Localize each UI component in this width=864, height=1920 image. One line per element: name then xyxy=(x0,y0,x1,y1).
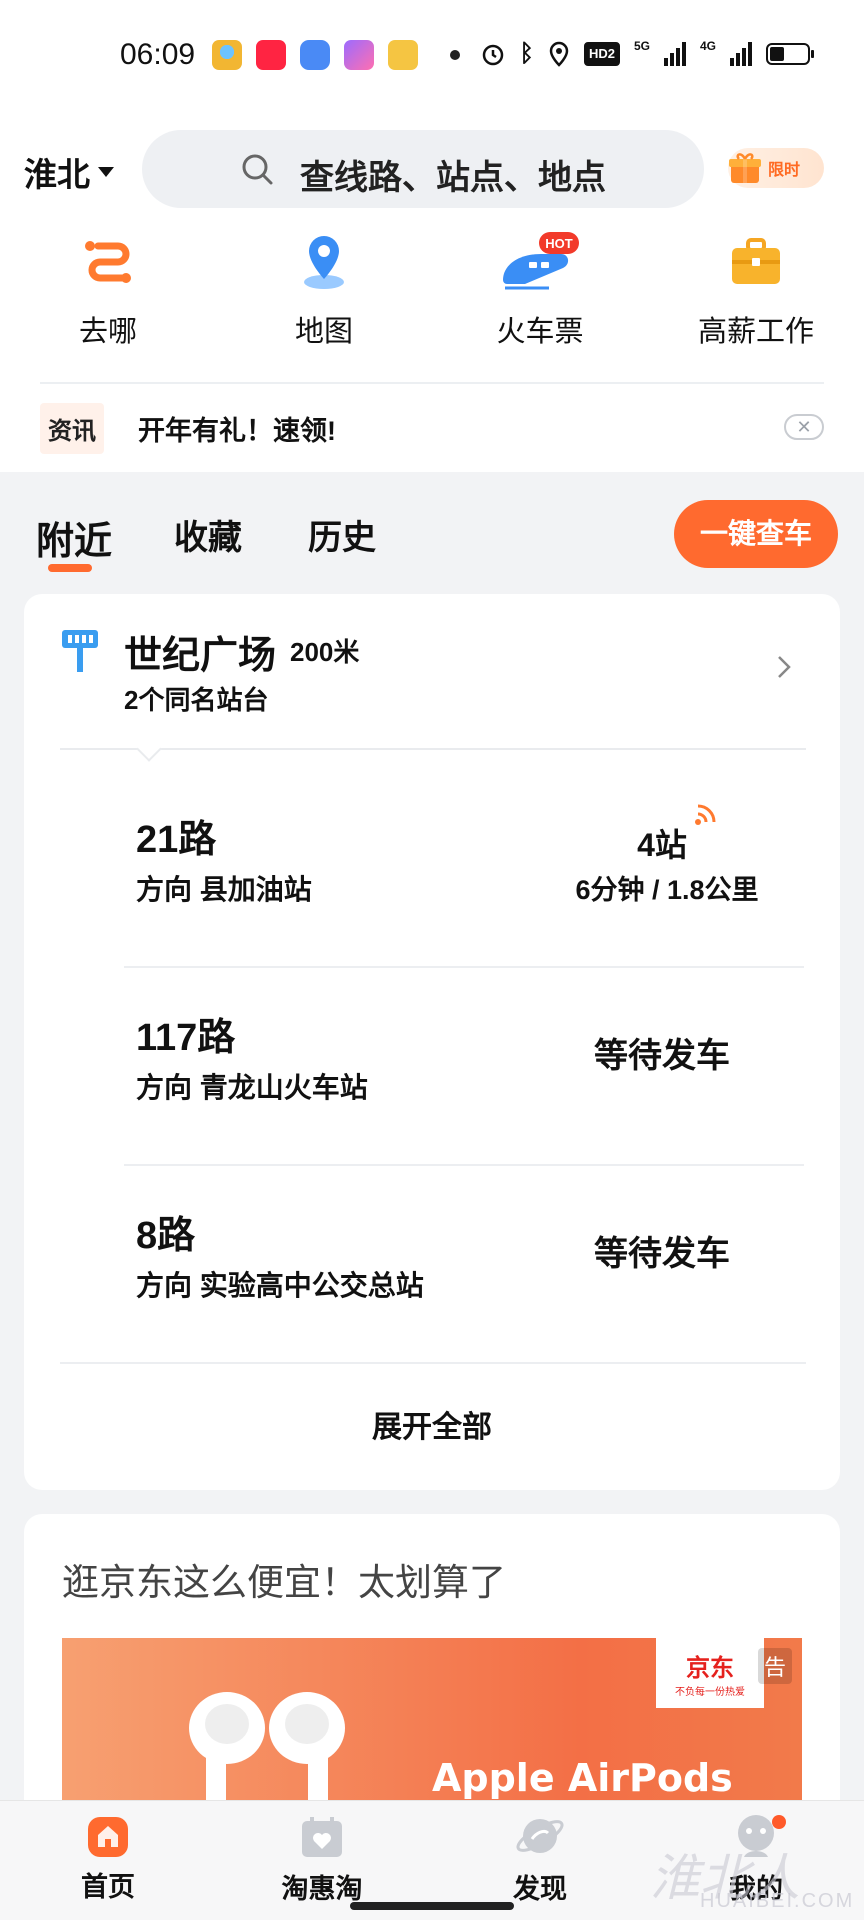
promo-label: 限时 xyxy=(768,162,801,179)
jd-logo: 京东 不负每一份热爱 xyxy=(656,1638,764,1708)
quick-action-where[interactable]: 去哪 xyxy=(28,230,188,350)
route-name: 8路 xyxy=(136,1215,196,1257)
search-bar[interactable]: 查线路、站点、地点 xyxy=(142,130,704,208)
route-direction: 方向 县加油站 xyxy=(136,874,312,905)
alarm-icon xyxy=(482,44,503,66)
ai-icon xyxy=(344,40,374,70)
nav-discover[interactable]: 发现 xyxy=(480,1811,600,1906)
status-time: 06:09 xyxy=(120,38,196,71)
caret-down-icon xyxy=(98,167,114,177)
ad-product: Apple AirPods xyxy=(432,1756,733,1800)
city-selector[interactable]: 淮北 xyxy=(24,148,114,196)
signal-4g-icon xyxy=(730,42,752,66)
route-stops: 4站 xyxy=(637,827,687,863)
briefcase-icon xyxy=(732,238,780,284)
watermark-domain: HUAIBEI.COM xyxy=(700,1890,855,1912)
status-app-icons xyxy=(212,40,460,70)
tab-active-indicator xyxy=(48,564,92,572)
quick-action-label: 地图 xyxy=(294,316,353,348)
tab-history[interactable]: 历史 xyxy=(308,510,376,559)
ad-label: 告 xyxy=(757,1648,792,1684)
quick-action-label: 去哪 xyxy=(78,316,137,348)
system-status-icons: ᛒ HD2 5G 4G xyxy=(480,39,814,68)
close-icon[interactable]: ✕ xyxy=(784,414,824,440)
bus-stop-icon xyxy=(62,630,98,672)
quick-action-label: 高薪工作 xyxy=(697,316,814,348)
message-icon xyxy=(300,40,330,70)
tab-favorites[interactable]: 收藏 xyxy=(174,510,242,559)
city-name: 淮北 xyxy=(24,156,90,193)
station-distance: 200米 xyxy=(290,637,360,667)
net-5g-label: 5G xyxy=(633,39,650,53)
status-bar: 06:09 ᛒ HD2 5G 4G xyxy=(0,0,864,112)
home-icon xyxy=(88,1817,128,1857)
route-status: 等待发车 xyxy=(594,1235,730,1273)
station-name[interactable]: 世纪广场 xyxy=(124,624,276,679)
nav-taohuitao[interactable]: 淘惠淘 xyxy=(262,1811,382,1906)
location-icon xyxy=(549,41,569,67)
route-direction: 方向 青龙山火车站 xyxy=(136,1072,368,1103)
net-4g-label: 4G xyxy=(699,39,716,53)
news-tag: 资讯 xyxy=(40,402,104,454)
nav-home[interactable]: 首页 xyxy=(48,1811,168,1904)
xiaohongshu-icon xyxy=(256,40,286,70)
news-bar[interactable]: 资讯 开年有礼！速领! ✕ xyxy=(0,384,864,472)
hd-icon: HD2 xyxy=(583,42,620,66)
nav-label: 淘惠淘 xyxy=(281,1874,363,1904)
check-bus-button[interactable]: 一键查车 xyxy=(674,500,838,568)
quick-action-train[interactable]: HOT 火车票 xyxy=(460,230,620,350)
route-item[interactable]: 8路 方向 实验高中公交总站 等待发车 xyxy=(24,1146,840,1344)
search-placeholder: 查线路、站点、地点 xyxy=(300,159,606,197)
route-status: 等待发车 xyxy=(594,1037,730,1075)
route-item[interactable]: 21路 方向 县加油站 4站 6分钟 / 1.8公里 xyxy=(24,750,840,948)
limited-promo-button[interactable]: 限时 xyxy=(728,148,824,188)
nav-label: 首页 xyxy=(81,1872,135,1902)
home-indicator[interactable] xyxy=(350,1902,514,1910)
quick-action-jobs[interactable]: 高薪工作 xyxy=(676,230,836,350)
route-direction: 方向 实验高中公交总站 xyxy=(136,1270,424,1301)
station-card: 世纪广场 200米 2个同名站台 21路 方向 县加油站 4站 6分钟 / 1.… xyxy=(24,594,840,1490)
ad-brand-slogan: 不负每一份热爱 xyxy=(675,1687,745,1698)
gift-icon xyxy=(729,153,761,183)
route-name: 117路 xyxy=(136,1017,236,1059)
route-divider xyxy=(60,1362,806,1364)
bird-app-icon xyxy=(212,40,242,70)
bluetooth-icon: ᛒ xyxy=(519,40,534,67)
hot-badge: HOT xyxy=(545,236,573,251)
notification-dot xyxy=(772,1815,786,1829)
quick-actions: 去哪 地图 HOT 火车票 高薪工作 xyxy=(0,230,864,380)
chevron-right-icon[interactable] xyxy=(776,654,792,680)
search-icon xyxy=(242,154,273,185)
top-panel: 淮北 查线路、站点、地点 限时 去哪 地图 HOT 火车票 高薪工作 资讯 开年… xyxy=(0,112,864,472)
coupon-icon xyxy=(388,40,418,70)
news-text[interactable]: 开年有礼！速领! xyxy=(138,409,336,448)
quick-action-map[interactable]: 地图 xyxy=(244,230,404,350)
station-subtitle: 2个同名站台 xyxy=(124,685,269,715)
signal-5g-icon xyxy=(663,42,686,66)
route-icon xyxy=(85,241,131,283)
route-item[interactable]: 117路 方向 青龙山火车站 等待发车 xyxy=(24,948,840,1146)
nav-label: 发现 xyxy=(513,1874,567,1904)
station-tabs: 附近 收藏 历史 一键查车 xyxy=(0,472,864,592)
coupon-bag-icon xyxy=(302,1817,342,1857)
map-pin-icon xyxy=(304,236,344,289)
train-icon: HOT xyxy=(503,232,579,290)
route-name: 21路 xyxy=(136,819,217,861)
expand-all-button[interactable]: 展开全部 xyxy=(24,1402,840,1446)
realtime-signal-icon xyxy=(695,804,716,825)
ad-brand: 京东 xyxy=(686,1655,734,1682)
quick-action-label: 火车票 xyxy=(496,316,584,348)
battery-icon xyxy=(766,43,814,65)
more-notifications-dot xyxy=(450,50,460,60)
tab-nearby[interactable]: 附近 xyxy=(36,510,112,565)
planet-icon xyxy=(516,1819,564,1853)
ad-title[interactable]: 逛京东这么便宜！太划算了 xyxy=(62,1552,506,1606)
route-eta: 6分钟 / 1.8公里 xyxy=(575,875,759,905)
